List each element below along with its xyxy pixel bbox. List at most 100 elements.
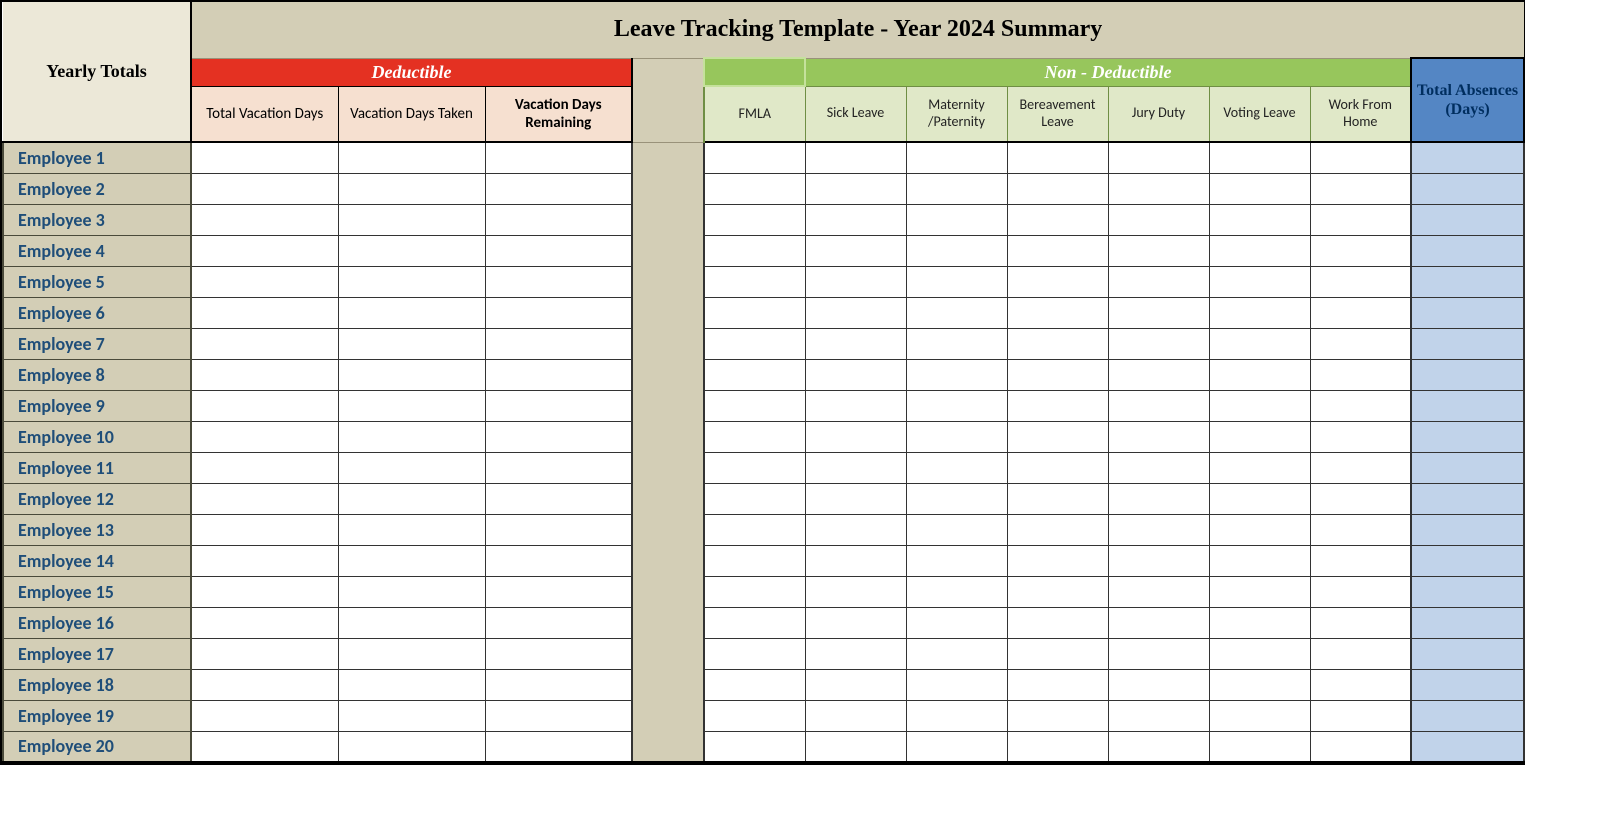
cell-deductible[interactable] (485, 359, 632, 390)
cell-nondeductible[interactable] (704, 576, 805, 607)
cell-nondeductible[interactable] (1108, 669, 1209, 700)
cell-nondeductible[interactable] (906, 235, 1007, 266)
cell-nondeductible[interactable] (805, 421, 906, 452)
cell-nondeductible[interactable] (1310, 359, 1411, 390)
cell-nondeductible[interactable] (1209, 452, 1310, 483)
cell-nondeductible[interactable] (704, 142, 805, 173)
cell-nondeductible[interactable] (1209, 731, 1310, 762)
cell-nondeductible[interactable] (805, 700, 906, 731)
cell-nondeductible[interactable] (1007, 390, 1108, 421)
cell-nondeductible[interactable] (1310, 235, 1411, 266)
cell-nondeductible[interactable] (1108, 638, 1209, 669)
cell-nondeductible[interactable] (1209, 266, 1310, 297)
cell-deductible[interactable] (485, 483, 632, 514)
cell-nondeductible[interactable] (805, 452, 906, 483)
cell-nondeductible[interactable] (1108, 483, 1209, 514)
cell-nondeductible[interactable] (1209, 204, 1310, 235)
cell-deductible[interactable] (191, 390, 338, 421)
cell-total-absences[interactable] (1411, 669, 1524, 700)
cell-nondeductible[interactable] (805, 297, 906, 328)
cell-nondeductible[interactable] (704, 297, 805, 328)
cell-nondeductible[interactable] (1209, 545, 1310, 576)
cell-total-absences[interactable] (1411, 297, 1524, 328)
cell-nondeductible[interactable] (906, 700, 1007, 731)
cell-nondeductible[interactable] (1108, 173, 1209, 204)
cell-deductible[interactable] (485, 173, 632, 204)
cell-nondeductible[interactable] (1310, 390, 1411, 421)
cell-nondeductible[interactable] (1310, 514, 1411, 545)
cell-nondeductible[interactable] (1007, 545, 1108, 576)
cell-nondeductible[interactable] (1108, 700, 1209, 731)
cell-nondeductible[interactable] (1007, 731, 1108, 762)
cell-deductible[interactable] (191, 607, 338, 638)
cell-nondeductible[interactable] (1108, 452, 1209, 483)
cell-nondeductible[interactable] (1209, 576, 1310, 607)
cell-nondeductible[interactable] (1209, 638, 1310, 669)
cell-nondeductible[interactable] (906, 421, 1007, 452)
cell-nondeductible[interactable] (805, 359, 906, 390)
cell-nondeductible[interactable] (906, 669, 1007, 700)
cell-deductible[interactable] (485, 731, 632, 762)
cell-deductible[interactable] (191, 576, 338, 607)
cell-deductible[interactable] (485, 204, 632, 235)
cell-deductible[interactable] (485, 452, 632, 483)
cell-deductible[interactable] (191, 700, 338, 731)
cell-nondeductible[interactable] (1007, 669, 1108, 700)
cell-nondeductible[interactable] (704, 452, 805, 483)
cell-nondeductible[interactable] (1007, 700, 1108, 731)
cell-deductible[interactable] (338, 700, 485, 731)
cell-nondeductible[interactable] (1108, 235, 1209, 266)
cell-nondeductible[interactable] (805, 607, 906, 638)
cell-nondeductible[interactable] (805, 204, 906, 235)
cell-nondeductible[interactable] (1108, 204, 1209, 235)
cell-nondeductible[interactable] (704, 421, 805, 452)
cell-nondeductible[interactable] (704, 235, 805, 266)
cell-nondeductible[interactable] (1310, 669, 1411, 700)
cell-nondeductible[interactable] (704, 731, 805, 762)
cell-nondeductible[interactable] (805, 731, 906, 762)
cell-nondeductible[interactable] (1108, 545, 1209, 576)
cell-nondeductible[interactable] (906, 452, 1007, 483)
cell-nondeductible[interactable] (704, 669, 805, 700)
cell-nondeductible[interactable] (1007, 607, 1108, 638)
cell-nondeductible[interactable] (704, 204, 805, 235)
cell-total-absences[interactable] (1411, 142, 1524, 173)
cell-nondeductible[interactable] (1007, 297, 1108, 328)
cell-nondeductible[interactable] (1108, 514, 1209, 545)
cell-nondeductible[interactable] (805, 483, 906, 514)
cell-nondeductible[interactable] (1209, 142, 1310, 173)
cell-nondeductible[interactable] (1310, 142, 1411, 173)
cell-deductible[interactable] (485, 297, 632, 328)
cell-nondeductible[interactable] (1209, 173, 1310, 204)
cell-deductible[interactable] (338, 390, 485, 421)
cell-nondeductible[interactable] (704, 700, 805, 731)
cell-nondeductible[interactable] (1108, 266, 1209, 297)
cell-deductible[interactable] (338, 142, 485, 173)
cell-nondeductible[interactable] (1007, 452, 1108, 483)
cell-nondeductible[interactable] (906, 173, 1007, 204)
cell-deductible[interactable] (191, 328, 338, 359)
cell-nondeductible[interactable] (805, 142, 906, 173)
cell-nondeductible[interactable] (1310, 483, 1411, 514)
cell-nondeductible[interactable] (1310, 173, 1411, 204)
cell-nondeductible[interactable] (1209, 421, 1310, 452)
cell-deductible[interactable] (485, 669, 632, 700)
cell-total-absences[interactable] (1411, 421, 1524, 452)
cell-deductible[interactable] (191, 669, 338, 700)
cell-nondeductible[interactable] (805, 173, 906, 204)
cell-nondeductible[interactable] (1310, 421, 1411, 452)
cell-nondeductible[interactable] (1007, 421, 1108, 452)
cell-nondeductible[interactable] (805, 328, 906, 359)
cell-deductible[interactable] (338, 483, 485, 514)
cell-deductible[interactable] (338, 669, 485, 700)
cell-nondeductible[interactable] (906, 545, 1007, 576)
cell-nondeductible[interactable] (1007, 173, 1108, 204)
cell-deductible[interactable] (338, 204, 485, 235)
cell-nondeductible[interactable] (1108, 390, 1209, 421)
cell-nondeductible[interactable] (1007, 142, 1108, 173)
cell-nondeductible[interactable] (906, 266, 1007, 297)
cell-total-absences[interactable] (1411, 483, 1524, 514)
cell-nondeductible[interactable] (1310, 204, 1411, 235)
cell-nondeductible[interactable] (704, 328, 805, 359)
cell-nondeductible[interactable] (805, 576, 906, 607)
